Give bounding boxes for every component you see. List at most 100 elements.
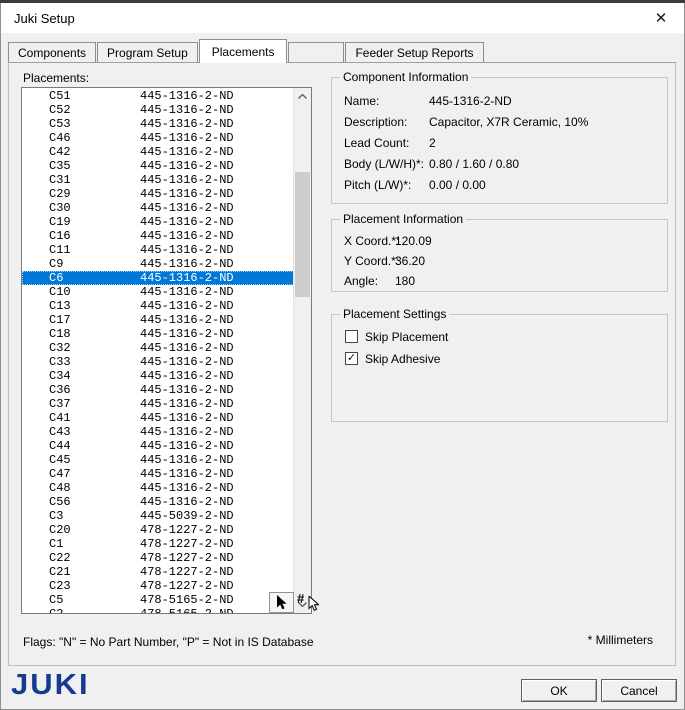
- list-item[interactable]: C35 445-1316-2-ND: [22, 159, 294, 173]
- refdes-cell: C1: [49, 537, 64, 551]
- tab-blank[interactable]: [288, 42, 345, 62]
- list-item[interactable]: C17 445-1316-2-ND: [22, 313, 294, 327]
- part-number-cell: 445-1316-2-ND: [140, 103, 234, 117]
- list-item[interactable]: C2 478-5165-2-ND: [22, 607, 294, 613]
- part-number-cell: 445-1316-2-ND: [140, 327, 234, 341]
- part-number-cell: 445-1316-2-ND: [140, 89, 234, 103]
- flags-legend-text: Flags: "N" = No Part Number, "P" = Not i…: [23, 635, 314, 649]
- list-item[interactable]: C44 445-1316-2-ND: [22, 439, 294, 453]
- close-button[interactable]: ✕: [644, 3, 678, 33]
- list-item[interactable]: C23 478-1227-2-ND: [22, 579, 294, 593]
- list-item[interactable]: C30 445-1316-2-ND: [22, 201, 294, 215]
- part-number-cell: 445-1316-2-ND: [140, 299, 234, 313]
- list-item[interactable]: C19 445-1316-2-ND: [22, 215, 294, 229]
- list-item[interactable]: C51 445-1316-2-ND: [22, 89, 294, 103]
- part-number-cell: 445-1316-2-ND: [140, 229, 234, 243]
- scroll-up-button[interactable]: [294, 88, 311, 105]
- list-item[interactable]: C13 445-1316-2-ND: [22, 299, 294, 313]
- refdes-cell: C11: [49, 243, 71, 257]
- field-value: 0.80 / 1.60 / 0.80: [429, 157, 520, 171]
- part-number-cell: 445-1316-2-ND: [140, 285, 234, 299]
- list-item[interactable]: C48 445-1316-2-ND: [22, 481, 294, 495]
- scrollbar-thumb[interactable]: [295, 172, 310, 297]
- list-item[interactable]: C31 445-1316-2-ND: [22, 173, 294, 187]
- list-item[interactable]: C29 445-1316-2-ND: [22, 187, 294, 201]
- tab-placements[interactable]: Placements: [198, 39, 288, 63]
- field-value: 120.09: [395, 234, 432, 248]
- refdes-cell: C22: [49, 551, 71, 565]
- list-item[interactable]: C41 445-1316-2-ND: [22, 411, 294, 425]
- list-item[interactable]: C5 478-5165-2-ND: [22, 593, 294, 607]
- list-item[interactable]: C22 478-1227-2-ND: [22, 551, 294, 565]
- refdes-cell: C42: [49, 145, 71, 159]
- placement-settings-checkboxes: Skip Placement ✓ Skip Adhesive: [332, 327, 667, 371]
- list-item[interactable]: C18 445-1316-2-ND: [22, 327, 294, 341]
- list-item[interactable]: C1 478-1227-2-ND: [22, 537, 294, 551]
- list-item[interactable]: C36 445-1316-2-ND: [22, 383, 294, 397]
- list-item[interactable]: C45 445-1316-2-ND: [22, 453, 294, 467]
- refdes-cell: C48: [49, 481, 71, 495]
- refdes-cell: C47: [49, 467, 71, 481]
- list-item[interactable]: C11 445-1316-2-ND: [22, 243, 294, 257]
- pointer-tool-button[interactable]: [269, 592, 294, 613]
- refdes-cell: C5: [49, 593, 64, 607]
- field-row: Angle: 180: [332, 270, 667, 290]
- refdes-cell: C20: [49, 523, 71, 537]
- list-item[interactable]: C21 478-1227-2-ND: [22, 565, 294, 579]
- list-item[interactable]: C32 445-1316-2-ND: [22, 341, 294, 355]
- tab-feeder-setup-reports[interactable]: Feeder Setup Reports: [345, 42, 484, 62]
- vertical-scrollbar[interactable]: [293, 88, 311, 613]
- list-item[interactable]: C37 445-1316-2-ND: [22, 397, 294, 411]
- field-label: Y Coord.*:: [344, 254, 400, 268]
- field-row: Name: 445-1316-2-ND: [332, 90, 667, 111]
- checkbox-skip-adhesive[interactable]: ✓: [345, 352, 358, 365]
- part-number-cell: 445-1316-2-ND: [140, 243, 234, 257]
- list-item[interactable]: C16 445-1316-2-ND: [22, 229, 294, 243]
- part-number-cell: 445-1316-2-ND: [140, 411, 234, 425]
- placements-list-label: Placements:: [23, 71, 90, 85]
- chevron-up-icon: [298, 94, 307, 99]
- checkbox-skip-placement[interactable]: [345, 330, 358, 343]
- part-number-cell: 445-1316-2-ND: [140, 425, 234, 439]
- tab-label: Program Setup: [107, 45, 188, 60]
- field-label: Pitch (L/W)*:: [344, 178, 412, 192]
- ok-button[interactable]: OK: [521, 679, 597, 702]
- list-item[interactable]: C9 445-1316-2-ND: [22, 257, 294, 271]
- tab-label: Feeder Setup Reports: [355, 45, 474, 60]
- list-item[interactable]: C20 478-1227-2-ND: [22, 523, 294, 537]
- field-label: Angle:: [344, 274, 379, 288]
- list-item[interactable]: C6 445-1316-2-ND: [22, 271, 294, 285]
- part-number-cell: 445-1316-2-ND: [140, 453, 234, 467]
- field-value: 180: [395, 274, 416, 288]
- cancel-button[interactable]: Cancel: [601, 679, 677, 702]
- refdes-cell: C53: [49, 117, 71, 131]
- part-number-cell: 445-1316-2-ND: [140, 257, 234, 271]
- refdes-cell: C41: [49, 411, 71, 425]
- list-item[interactable]: C52 445-1316-2-ND: [22, 103, 294, 117]
- drag-cursor-artifact: #: [297, 591, 323, 613]
- tab-components[interactable]: Components: [8, 42, 97, 62]
- placements-list-rows: C51 445-1316-2-ND C52 445-1316-2-ND C53 445-1…: [22, 89, 294, 613]
- tab-program-setup[interactable]: Program Setup: [97, 42, 198, 62]
- part-number-cell: 445-1316-2-ND: [140, 117, 234, 131]
- placement-information-fields: X Coord.*: 120.09 Y Coord.*: 36.20 Angle: 180: [332, 230, 667, 290]
- tab-label: Components: [18, 45, 87, 60]
- list-item[interactable]: C43 445-1316-2-ND: [22, 425, 294, 439]
- list-item[interactable]: C46 445-1316-2-ND: [22, 131, 294, 145]
- refdes-cell: C51: [49, 89, 71, 103]
- part-number-cell: 478-5165-2-ND: [140, 593, 234, 607]
- part-number-cell: 445-1316-2-ND: [140, 271, 234, 285]
- list-item[interactable]: C56 445-1316-2-ND: [22, 495, 294, 509]
- part-number-cell: 478-1227-2-ND: [140, 523, 234, 537]
- juki-setup-dialog: Juki Setup ✕ Components Program Setup Plac…: [0, 0, 685, 710]
- refdes-cell: C34: [49, 369, 71, 383]
- placements-listbox[interactable]: C51 445-1316-2-ND C52 445-1316-2-ND C53 445-1…: [21, 87, 312, 614]
- list-item[interactable]: C3 445-5039-2-ND: [22, 509, 294, 523]
- list-item[interactable]: C47 445-1316-2-ND: [22, 467, 294, 481]
- list-item[interactable]: C42 445-1316-2-ND: [22, 145, 294, 159]
- list-item[interactable]: C33 445-1316-2-ND: [22, 355, 294, 369]
- list-item[interactable]: C34 445-1316-2-ND: [22, 369, 294, 383]
- refdes-cell: C31: [49, 173, 71, 187]
- list-item[interactable]: C53 445-1316-2-ND: [22, 117, 294, 131]
- list-item[interactable]: C10 445-1316-2-ND: [22, 285, 294, 299]
